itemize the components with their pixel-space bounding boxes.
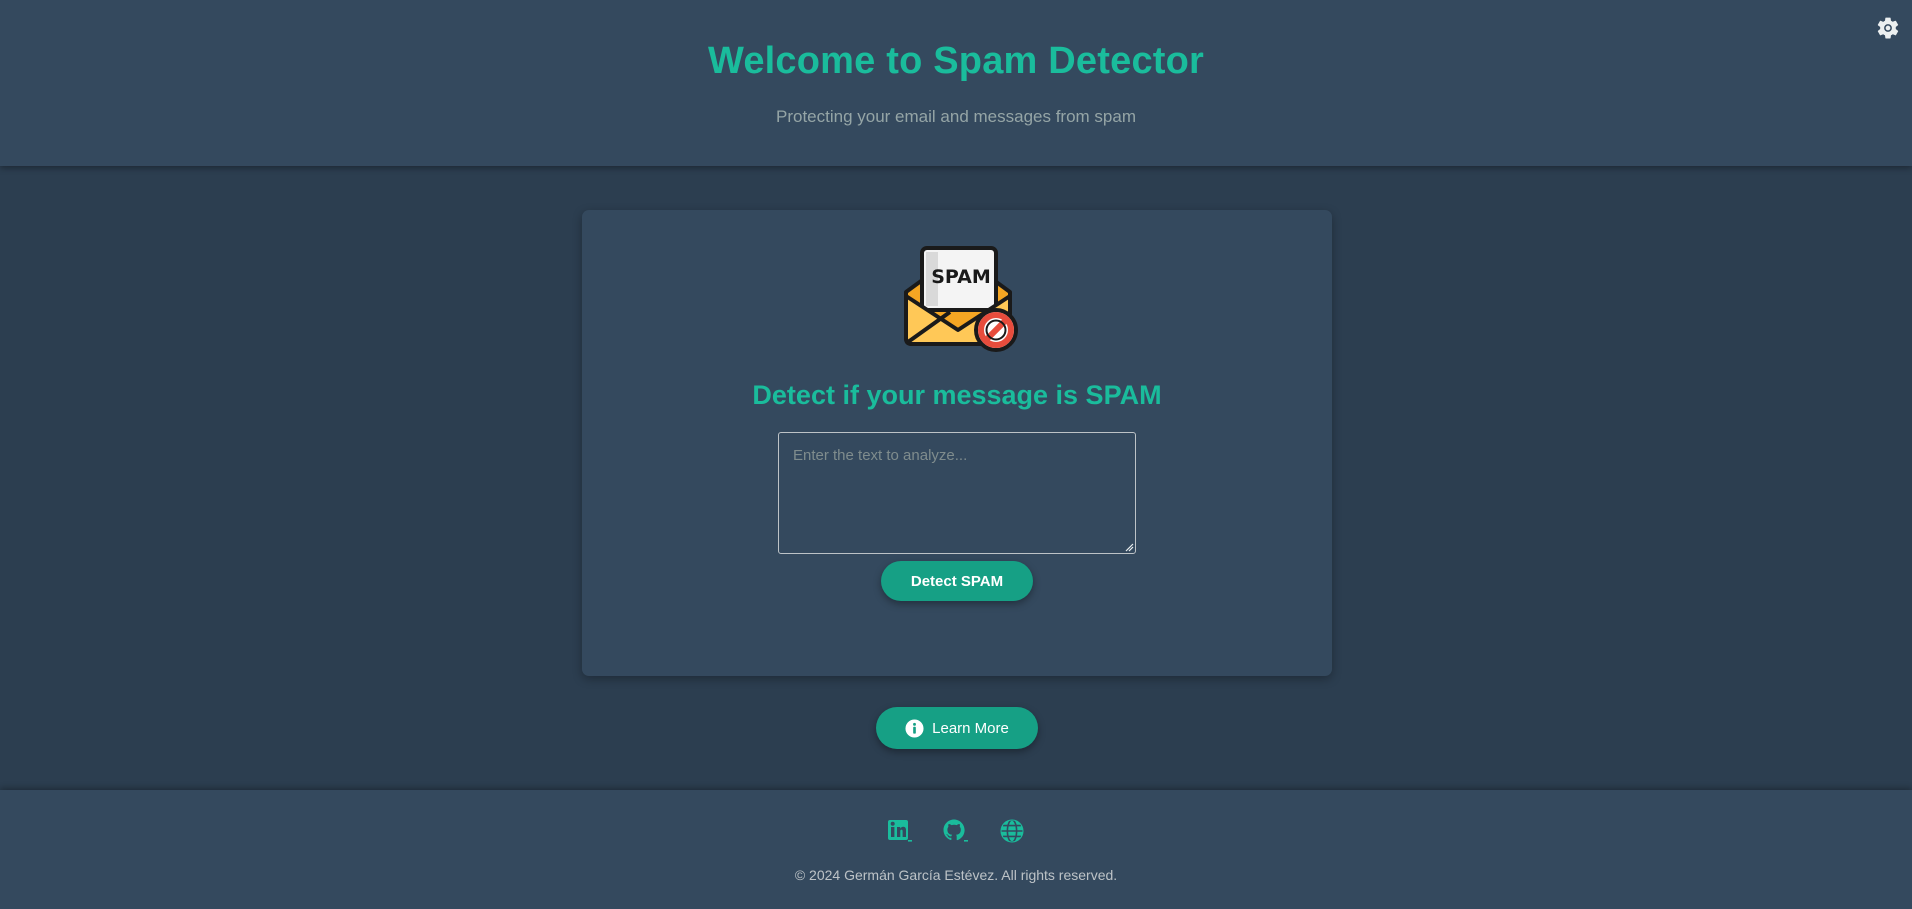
linkedin-icon <box>888 820 912 842</box>
spam-logo-text: SPAM <box>931 266 990 288</box>
globe-icon <box>1000 819 1024 843</box>
github-icon <box>943 819 968 842</box>
detect-spam-button[interactable]: Detect SPAM <box>881 561 1033 601</box>
spam-envelope-icon: SPAM <box>904 246 1018 352</box>
linkedin-link[interactable] <box>887 818 913 844</box>
detect-heading: Detect if your message is SPAM <box>752 380 1162 410</box>
learn-more-button[interactable]: Learn More <box>876 707 1038 749</box>
page-subtitle: Protecting your email and messages from … <box>776 107 1136 126</box>
resize-grip-icon[interactable] <box>1124 542 1134 552</box>
message-textarea[interactable] <box>778 432 1136 554</box>
github-link[interactable] <box>943 818 969 844</box>
page-title: Welcome to Spam Detector <box>707 40 1205 82</box>
spam-detector-card: SPAM Detect if your message is SPAM Dete… <box>582 210 1332 676</box>
copyright-text: © 2024 Germán García Estévez. All rights… <box>794 867 1118 883</box>
page-footer: © 2024 Germán García Estévez. All rights… <box>0 790 1912 909</box>
info-circle-icon <box>905 718 924 738</box>
message-input-wrapper <box>778 432 1136 554</box>
gear-icon <box>1877 17 1899 39</box>
settings-button[interactable] <box>1874 14 1902 42</box>
page-header: Welcome to Spam Detector Protecting your… <box>0 0 1912 166</box>
website-link[interactable] <box>999 818 1025 844</box>
social-links <box>0 818 1912 844</box>
learn-more-label: Learn More <box>932 719 1009 737</box>
